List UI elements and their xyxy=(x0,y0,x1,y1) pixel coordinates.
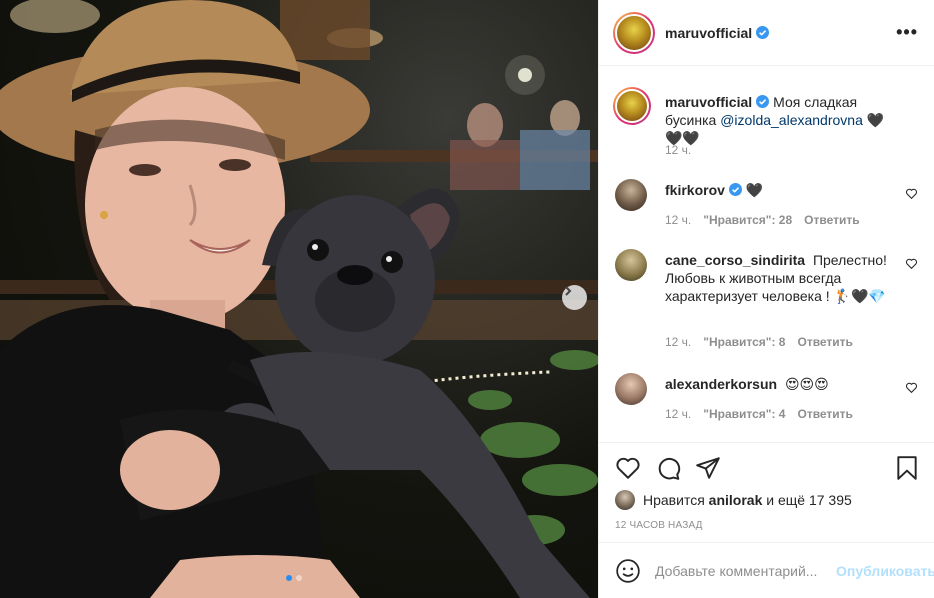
comment-input[interactable] xyxy=(655,562,836,579)
comment-icon[interactable] xyxy=(655,455,681,481)
author-avatar[interactable] xyxy=(613,11,655,54)
comment-avatar[interactable] xyxy=(615,249,647,281)
comment-like-icon[interactable] xyxy=(905,257,918,270)
bookmark-icon[interactable] xyxy=(894,455,920,481)
more-options-button[interactable]: ••• xyxy=(896,22,918,42)
post-side-panel: maruvofficial ••• maruvofficial Моя сладк… xyxy=(598,0,934,598)
caption-mention-link[interactable]: @izolda_alexandrovna xyxy=(720,112,863,128)
likes-user-link[interactable]: anilorak xyxy=(709,492,763,508)
caption-username[interactable]: maruvofficial xyxy=(665,94,752,110)
comment-meta: 12 ч. "Нравится": 4 Ответить xyxy=(665,407,853,421)
carousel-dot xyxy=(296,575,302,581)
comment-time[interactable]: 12 ч. xyxy=(665,335,691,349)
likes-prefix: Нравится xyxy=(643,492,705,508)
comment-reply-button[interactable]: Ответить xyxy=(804,213,859,227)
comment-username[interactable]: cane_corso_sindirita xyxy=(665,252,805,268)
comment-row: cane_corso_sindirita Прелестно! Любовь к… xyxy=(615,249,918,359)
comment-body: 😍😍😍 xyxy=(784,376,829,392)
carousel-next-button[interactable] xyxy=(562,285,587,310)
caption-text: maruvofficial Моя сладкая бусинка @izolda… xyxy=(665,93,888,147)
heart-icon[interactable] xyxy=(615,455,641,481)
post-actions: Нравится anilorak и ещё 17 395 12 часов … xyxy=(599,442,934,542)
verified-badge-icon xyxy=(728,183,742,196)
comment-row: fkirkorov 🖤 12 ч. "Нравится": 28 Ответить xyxy=(615,179,918,239)
comment-avatar[interactable] xyxy=(615,373,647,405)
caption-time[interactable]: 12 ч. xyxy=(665,143,691,157)
comment-username[interactable]: fkirkorov xyxy=(665,182,725,198)
comment-body: 🖤 xyxy=(745,182,764,198)
publish-comment-button[interactable]: Опубликовать xyxy=(836,563,934,579)
comment-likes[interactable]: "Нравится": 8 xyxy=(703,335,785,349)
comment-text: fkirkorov 🖤 xyxy=(665,181,888,199)
comment-time[interactable]: 12 ч. xyxy=(665,407,691,421)
comment-likes[interactable]: "Нравится": 28 xyxy=(703,213,792,227)
comment-text: cane_corso_sindirita Прелестно! Любовь к… xyxy=(665,251,888,305)
photo-illustration xyxy=(0,0,598,598)
verified-badge-icon xyxy=(756,26,770,39)
add-comment-bar: Опубликовать xyxy=(599,542,934,598)
comment-time[interactable]: 12 ч. xyxy=(665,213,691,227)
comment-likes[interactable]: "Нравится": 4 xyxy=(703,407,785,421)
comment-like-icon[interactable] xyxy=(905,187,918,200)
verified-badge-icon xyxy=(756,95,770,108)
caption-avatar[interactable] xyxy=(613,87,651,125)
comment-avatar[interactable] xyxy=(615,179,647,211)
comment-text: alexanderkorsun 😍😍😍 xyxy=(665,375,888,393)
liker-avatar[interactable] xyxy=(615,490,635,510)
comment-reply-button[interactable]: Ответить xyxy=(797,335,852,349)
caption-row: maruvofficial Моя сладкая бусинка @izolda… xyxy=(613,87,918,167)
post-header: maruvofficial ••• xyxy=(599,0,934,66)
comment-meta: 12 ч. "Нравится": 8 Ответить xyxy=(665,335,853,349)
comment-like-icon[interactable] xyxy=(905,381,918,394)
comment-reply-button[interactable]: Ответить xyxy=(797,407,852,421)
post-photo[interactable] xyxy=(0,0,598,598)
carousel-dot-active xyxy=(286,575,292,581)
caption-meta: 12 ч. xyxy=(665,143,691,157)
paper-plane-icon[interactable] xyxy=(695,455,721,481)
comment-username[interactable]: alexanderkorsun xyxy=(665,376,777,392)
likes-summary: Нравится anilorak и ещё 17 395 xyxy=(615,490,852,510)
comment-meta: 12 ч. "Нравится": 28 Ответить xyxy=(665,213,860,227)
carousel-indicator xyxy=(286,575,302,581)
post-timestamp[interactable]: 12 часов назад xyxy=(615,520,703,531)
author-username[interactable]: maruvofficial xyxy=(665,25,752,41)
likes-count-link[interactable]: и ещё 17 395 xyxy=(766,492,852,508)
smiley-icon[interactable] xyxy=(615,558,641,584)
comment-row: alexanderkorsun 😍😍😍 12 ч. "Нравится": 4 … xyxy=(615,373,918,433)
comments-list: maruvofficial Моя сладкая бусинка @izolda… xyxy=(599,67,934,441)
chevron-right-icon xyxy=(565,286,572,296)
